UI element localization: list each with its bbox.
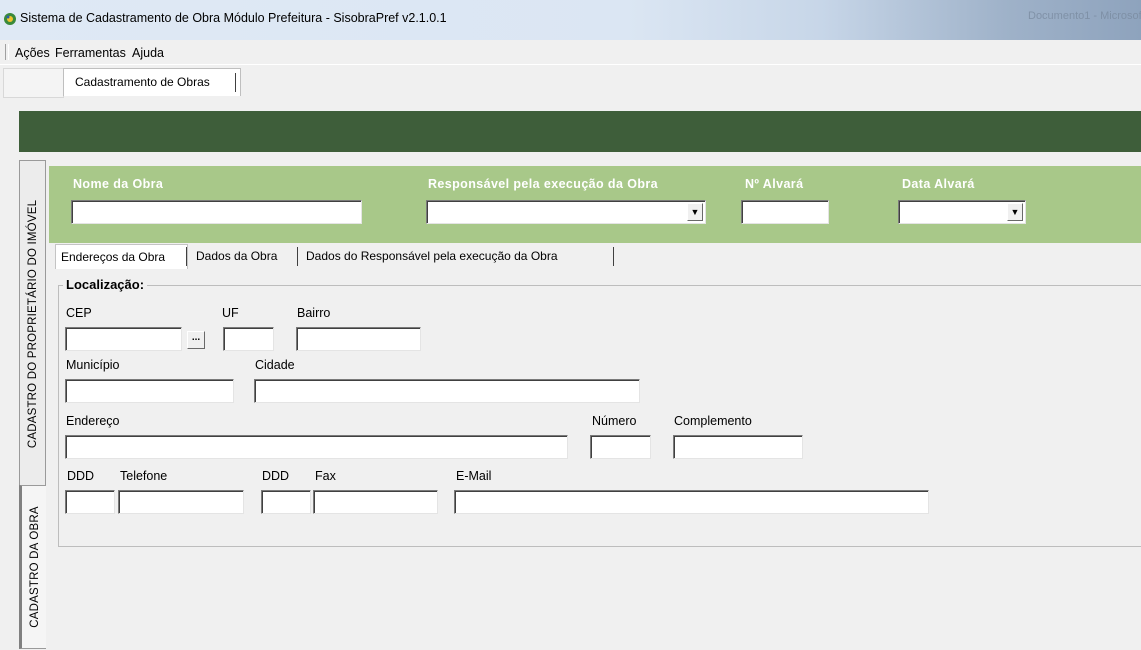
ddd-fax-label: DDD [262, 469, 290, 483]
window-title: Sistema de Cadastramento de Obra Módulo … [20, 11, 447, 25]
uf-input[interactable] [223, 327, 274, 351]
tab-dados-responsavel[interactable]: Dados do Responsável pela execução da Ob… [301, 244, 614, 268]
tab-enderecos-obra[interactable]: Endereços da Obra [55, 244, 188, 269]
alvara-input[interactable] [741, 200, 829, 224]
tab-label: Endereços da Obra [61, 250, 166, 264]
side-tab-label: CADASTRO DA OBRA [28, 506, 41, 628]
fax-label: Fax [315, 469, 336, 483]
municipio-input[interactable] [65, 379, 234, 403]
menu-acoes[interactable]: Ações [15, 46, 50, 60]
tab-cadastramento-obras[interactable]: Cadastramento de Obras [63, 68, 241, 96]
numero-label: Número [592, 414, 637, 428]
alvara-label: Nº Alvará [745, 177, 804, 191]
tab-label: Dados da Obra [196, 249, 278, 263]
municipio-label: Município [66, 358, 120, 372]
side-tab-cadastro-obra[interactable]: CADASTRO DA OBRA [19, 485, 48, 649]
menu-grip [5, 44, 9, 60]
bairro-input[interactable] [296, 327, 421, 351]
telefone-label: Telefone [120, 469, 168, 483]
chevron-down-icon[interactable]: ▼ [1007, 203, 1023, 221]
menu-bar: Ações Ferramentas Ajuda [0, 40, 1141, 65]
tab-label: Cadastramento de Obras [75, 75, 210, 89]
telefone-input[interactable] [118, 490, 244, 514]
tab-divider [186, 247, 187, 266]
nome-obra-label: Nome da Obra [73, 177, 164, 191]
ddd-telefone-input[interactable] [65, 490, 115, 514]
tab-dados-obra[interactable]: Dados da Obra [191, 244, 298, 268]
data-alvara-label: Data Alvará [902, 177, 975, 191]
email-input[interactable] [454, 490, 929, 514]
endereco-label: Endereço [66, 414, 120, 428]
tab-label: Dados do Responsável pela execução da Ob… [306, 249, 558, 263]
responsavel-label: Responsável pela execução da Obra [428, 177, 658, 191]
app-icon [4, 13, 16, 25]
uf-label: UF [222, 306, 239, 320]
window-title-bar: Sistema de Cadastramento de Obra Módulo … [0, 0, 1141, 40]
ddd-telefone-label: DDD [67, 469, 95, 483]
tab-divider [297, 247, 298, 266]
complemento-label: Complemento [674, 414, 752, 428]
cep-label: CEP [66, 306, 92, 320]
tab-divider [613, 247, 614, 266]
email-label: E-Mail [456, 469, 492, 483]
chevron-down-icon[interactable]: ▼ [687, 203, 703, 221]
endereco-input[interactable] [65, 435, 568, 459]
tab-strip-spacer [3, 68, 64, 98]
menu-ferramentas[interactable]: Ferramentas [55, 46, 126, 60]
background-window-title: Documento1 - Microsoft Word [1028, 10, 1141, 22]
top-tab-strip: Cadastramento de Obras [0, 64, 1141, 99]
cidade-label: Cidade [255, 358, 295, 372]
numero-input[interactable] [590, 435, 651, 459]
bairro-label: Bairro [297, 306, 331, 320]
tab-divider [235, 73, 236, 92]
cep-lookup-button[interactable]: ... [187, 331, 205, 349]
cidade-input[interactable] [254, 379, 640, 403]
menu-ajuda[interactable]: Ajuda [132, 46, 164, 60]
fax-input[interactable] [313, 490, 438, 514]
side-tab-label: CADASTRO DO PROPRIETÁRIO DO IMÓVEL [26, 199, 39, 448]
localizacao-title: Localização: [63, 277, 148, 292]
cep-input[interactable] [65, 327, 182, 351]
module-header-banner [19, 111, 1141, 152]
side-tab-cadastro-proprietario[interactable]: CADASTRO DO PROPRIETÁRIO DO IMÓVEL [19, 160, 46, 487]
responsavel-select[interactable]: ▼ [426, 200, 706, 224]
complemento-input[interactable] [673, 435, 803, 459]
ddd-fax-input[interactable] [261, 490, 311, 514]
nome-obra-input[interactable] [71, 200, 362, 224]
data-alvara-picker[interactable]: ▼ [898, 200, 1026, 224]
